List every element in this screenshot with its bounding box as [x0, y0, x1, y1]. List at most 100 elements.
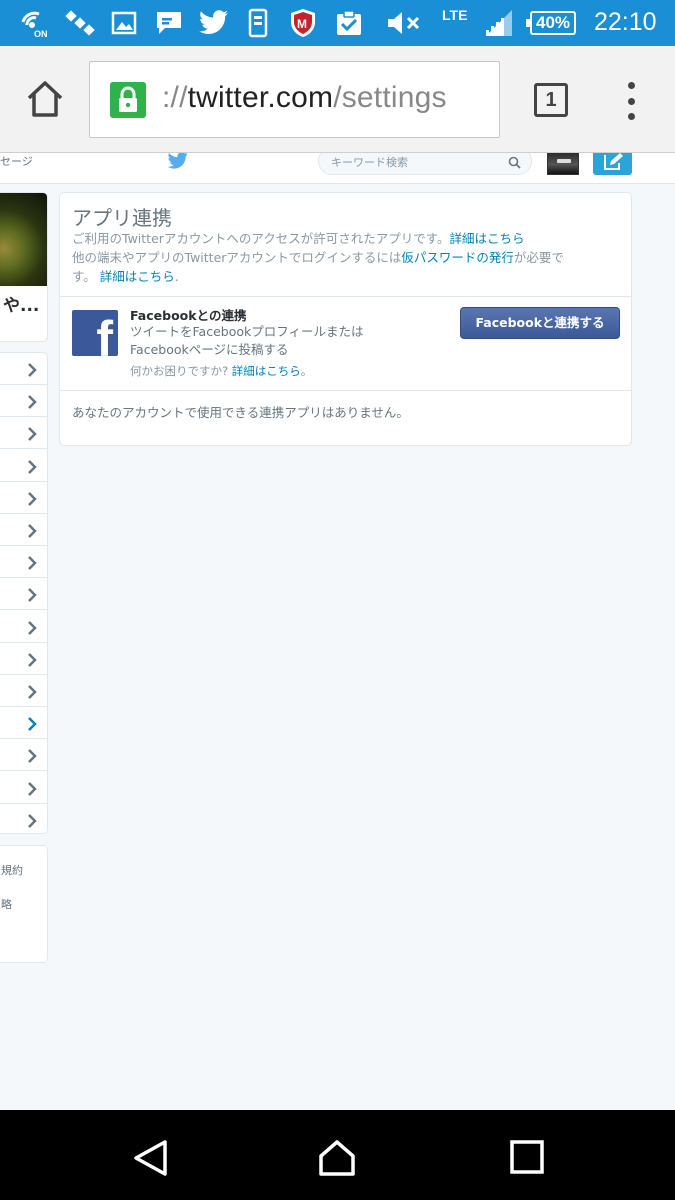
chevron-right-icon: [27, 362, 37, 381]
fb-help-link[interactable]: 詳細はこちら: [232, 364, 301, 378]
chevron-right-icon: [27, 716, 37, 735]
chat-icon: [154, 8, 184, 38]
chevron-right-icon: [27, 426, 37, 445]
facebook-connect-description: ツイートをFacebookプロフィールまたは Facebookページに投稿する: [130, 323, 430, 359]
svg-text:M: M: [297, 17, 307, 31]
page-title: アプリ連携: [72, 206, 172, 230]
volume-muted-icon: [386, 8, 422, 38]
back-icon[interactable]: [130, 1138, 170, 1178]
battery-indicator: 40%: [526, 11, 576, 35]
desc-line-2-end: が必要で: [513, 250, 564, 265]
settings-menu-item[interactable]: [0, 675, 47, 707]
temp-password-link[interactable]: 仮パスワードの発行: [401, 250, 514, 265]
footer-link-terms[interactable]: 規約: [1, 862, 23, 878]
divider: [60, 296, 631, 297]
search-placeholder: キーワード検索: [331, 156, 408, 169]
settings-menu-item[interactable]: [0, 450, 47, 482]
settings-menu-item[interactable]: [0, 385, 47, 418]
footer-card: 規約 略: [0, 845, 48, 963]
url-path: /settings: [333, 81, 447, 114]
chevron-right-icon: [27, 523, 37, 542]
settings-menu-item[interactable]: [0, 546, 47, 579]
chevron-right-icon: [27, 813, 37, 832]
settings-menu-item[interactable]: [0, 772, 47, 804]
desc-line-1: ご利用のTwitterアカウントへのアクセスが許可されたアプリです。: [72, 231, 450, 246]
signal-icon: [484, 8, 514, 38]
settings-menu-item[interactable]: [0, 707, 47, 740]
url-scheme: ://: [162, 81, 188, 114]
tab-switcher-button[interactable]: 1: [534, 83, 568, 117]
recent-apps-icon[interactable]: [508, 1138, 548, 1178]
facebook-help: 何かお困りですか? 詳細はこちら。: [130, 363, 312, 379]
fb-help-text: 何かお困りですか?: [130, 364, 229, 378]
fb-desc-line-2: Facebookページに投稿する: [130, 342, 289, 357]
url-text: ://twitter.com/settings: [162, 81, 447, 115]
settings-menu-item[interactable]: [0, 353, 47, 385]
fb-desc-line-1: ツイートをFacebookプロフィールまたは: [130, 324, 364, 339]
desc-line-2: 他の端末やアプリのTwitterアカウントでログインするには: [72, 250, 402, 265]
phone-app-icon: [246, 8, 270, 38]
nav-messages-link[interactable]: セージ: [0, 153, 33, 169]
fb-help-end: 。: [300, 364, 313, 378]
mcafee-shield-icon: M: [288, 8, 318, 38]
chevron-right-icon: [27, 555, 37, 574]
apps-description: ご利用のTwitterアカウントへのアクセスが許可されたアプリです。詳細はこちら…: [72, 229, 622, 286]
chevron-right-icon: [27, 781, 37, 800]
facebook-connect-title: Facebookとの連携: [130, 308, 247, 323]
chevron-right-icon: [27, 491, 37, 510]
user-avatar[interactable]: [547, 153, 579, 175]
settings-menu-item[interactable]: [0, 611, 47, 643]
search-icon[interactable]: [508, 154, 521, 173]
chevron-right-icon: [27, 394, 37, 413]
settings-menu-item[interactable]: [0, 514, 47, 546]
settings-menu-item[interactable]: [0, 578, 47, 611]
svg-text:ON: ON: [34, 29, 48, 38]
settings-menu-item[interactable]: [0, 417, 47, 450]
chevron-right-icon: [27, 748, 37, 767]
profile-name: や...: [3, 296, 40, 316]
url-bar[interactable]: ://twitter.com/settings: [89, 61, 500, 138]
chevron-right-icon: [27, 459, 37, 478]
no-apps-message: あなたのアカウントで使用できる連携アプリはありません。: [72, 405, 409, 420]
settings-menu-item[interactable]: [0, 804, 47, 833]
desc-line-3: す。: [72, 269, 96, 284]
footer-link-more[interactable]: 略: [1, 896, 12, 912]
url-host: twitter.com: [187, 81, 334, 114]
compose-icon: [603, 153, 623, 170]
twitter-bird-icon: [198, 8, 230, 38]
chevron-right-icon: [27, 684, 37, 703]
search-input[interactable]: キーワード検索: [318, 153, 532, 175]
network-type: LTE: [442, 7, 468, 23]
divider: [60, 390, 631, 391]
settings-menu: [0, 352, 48, 834]
lock-icon: [110, 82, 146, 118]
settings-menu-item[interactable]: [0, 643, 47, 675]
details-link-2[interactable]: 詳細はこちら: [100, 269, 175, 284]
home-nav-icon[interactable]: [317, 1138, 357, 1178]
facebook-logo-icon: f: [72, 310, 118, 356]
connect-facebook-button[interactable]: Facebookと連携する: [460, 307, 620, 339]
browser-toolbar: ://twitter.com/settings 1: [0, 46, 675, 153]
status-bar: ON M LTE 40% 22:10: [0, 0, 675, 46]
settings-menu-item[interactable]: [0, 482, 47, 514]
home-icon[interactable]: [24, 78, 66, 120]
clock: 22:10: [594, 8, 657, 36]
twitter-header: セージ キーワード検索: [0, 153, 675, 184]
chevron-right-icon: [27, 587, 37, 606]
desc-line-3-end: .: [174, 269, 179, 284]
clipboard-check-icon: [334, 8, 364, 38]
chevron-right-icon: [27, 620, 37, 639]
android-nav-bar: [0, 1110, 675, 1200]
details-link-1[interactable]: 詳細はこちら: [450, 231, 525, 246]
satellite-icon: [64, 8, 96, 38]
apps-settings-card: アプリ連携 ご利用のTwitterアカウントへのアクセスが許可されたアプリです。…: [59, 192, 632, 446]
settings-menu-item[interactable]: [0, 739, 47, 772]
twitter-logo-icon[interactable]: [166, 153, 190, 174]
compose-tweet-button[interactable]: [593, 153, 632, 175]
image-icon: [110, 8, 138, 38]
profile-card[interactable]: や...: [0, 192, 48, 342]
profile-banner: [0, 193, 47, 286]
wifi-on-icon: ON: [18, 8, 52, 38]
chevron-right-icon: [27, 652, 37, 671]
overflow-menu-icon[interactable]: [624, 82, 638, 120]
